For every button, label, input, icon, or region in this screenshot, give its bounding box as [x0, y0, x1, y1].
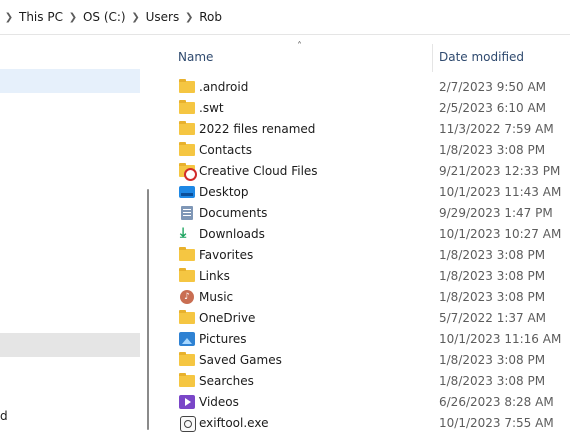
file-row[interactable]: Searches 1/8/2023 3:08 PM [176, 370, 570, 391]
nav-item-hover[interactable] [0, 333, 140, 357]
date-modified: 1/8/2023 3:08 PM [439, 268, 546, 283]
column-header-row: Name ˄ Date modified [160, 41, 570, 72]
documents-folder-icon [178, 205, 196, 221]
file-list: .android 2/7/2023 9:50 AM .swt 2/5/2023 … [176, 76, 570, 433]
file-name[interactable]: Pictures [199, 332, 439, 346]
date-modified: 2/5/2023 6:10 AM [439, 100, 547, 115]
file-row[interactable]: Creative Cloud Files 9/21/2023 12:33 PM [176, 160, 570, 181]
file-name[interactable]: Documents [199, 206, 439, 220]
file-row[interactable]: ⤓ Downloads 10/1/2023 10:27 AM [176, 223, 570, 244]
folder-icon [178, 120, 196, 137]
file-row[interactable]: Desktop 10/1/2023 11:43 AM [176, 181, 570, 202]
file-name[interactable]: Contacts [199, 143, 439, 157]
file-row[interactable]: exiftool.exe 10/1/2023 7:55 AM [176, 412, 570, 433]
file-name[interactable]: Favorites [199, 248, 439, 262]
file-name[interactable]: OneDrive [199, 311, 439, 325]
chevron-right-icon[interactable]: ❯ [180, 12, 198, 23]
date-modified: 2/7/2023 9:50 AM [439, 79, 547, 94]
file-row[interactable]: OneDrive 5/7/2022 1:37 AM [176, 307, 570, 328]
folder-icon [178, 267, 196, 284]
file-name[interactable]: Creative Cloud Files [199, 164, 439, 178]
music-folder-icon: ♪ [178, 289, 196, 305]
file-row[interactable]: .android 2/7/2023 9:50 AM [176, 76, 570, 97]
date-modified: 9/29/2023 1:47 PM [439, 205, 553, 220]
file-name[interactable]: Music [199, 290, 439, 304]
folder-icon [178, 309, 196, 326]
navigation-pane: d [0, 35, 143, 435]
date-modified: 10/1/2023 11:43 AM [439, 184, 562, 199]
desktop-folder-icon [178, 184, 196, 200]
file-name[interactable]: .swt [199, 101, 439, 115]
address-bar[interactable]: ❯ This PC ❯ OS (C:) ❯ Users ❯ Rob [0, 0, 570, 35]
date-modified: 5/7/2022 1:37 AM [439, 310, 547, 325]
file-row[interactable]: Contacts 1/8/2023 3:08 PM [176, 139, 570, 160]
file-name[interactable]: Links [199, 269, 439, 283]
date-modified: 10/1/2023 11:16 AM [439, 331, 562, 346]
date-modified: 10/1/2023 7:55 AM [439, 415, 554, 430]
downloads-folder-icon: ⤓ [180, 224, 187, 241]
chevron-right-icon[interactable]: ❯ [0, 12, 18, 23]
date-modified: 1/8/2023 3:08 PM [439, 352, 546, 367]
exiftool-exe-icon [178, 415, 196, 432]
date-modified: 1/8/2023 3:08 PM [439, 289, 546, 304]
date-modified: 9/21/2023 12:33 PM [439, 163, 561, 178]
date-modified: 11/3/2022 7:59 AM [439, 121, 554, 136]
file-name[interactable]: Searches [199, 374, 439, 388]
file-row[interactable]: Videos 6/26/2023 8:28 AM [176, 391, 570, 412]
breadcrumb-rob[interactable]: Rob [198, 10, 223, 24]
column-divider[interactable] [432, 44, 433, 72]
pictures-folder-icon [178, 331, 196, 347]
column-header-name[interactable]: Name [178, 50, 213, 64]
date-modified: 1/8/2023 3:08 PM [439, 373, 546, 388]
file-name[interactable]: 2022 files renamed [199, 122, 439, 136]
file-row[interactable]: Pictures 10/1/2023 11:16 AM [176, 328, 570, 349]
sort-ascending-icon: ˄ [297, 41, 302, 52]
file-name[interactable]: Videos [199, 395, 439, 409]
folder-icon [178, 141, 196, 158]
folder-icon [178, 246, 196, 263]
date-modified: 6/26/2023 8:28 AM [439, 394, 554, 409]
creative-cloud-folder-icon [178, 162, 197, 181]
breadcrumb-users[interactable]: Users [145, 10, 181, 24]
folder-icon [178, 99, 196, 116]
nav-item-selected[interactable] [0, 69, 140, 93]
videos-folder-icon [178, 394, 196, 410]
column-header-date-modified[interactable]: Date modified [439, 50, 524, 64]
file-row[interactable]: 2022 files renamed 11/3/2022 7:59 AM [176, 118, 570, 139]
date-modified: 10/1/2023 10:27 AM [439, 226, 562, 241]
file-row[interactable]: Favorites 1/8/2023 3:08 PM [176, 244, 570, 265]
navigation-scrollbar[interactable] [147, 189, 149, 430]
breadcrumb-os-c[interactable]: OS (C:) [82, 10, 127, 24]
file-name[interactable]: .android [199, 80, 439, 94]
file-name[interactable]: Downloads [199, 227, 439, 241]
date-modified: 1/8/2023 3:08 PM [439, 142, 546, 157]
file-row[interactable]: ♪ Music 1/8/2023 3:08 PM [176, 286, 570, 307]
folder-icon [178, 78, 196, 95]
nav-item-label[interactable]: d [0, 409, 8, 423]
file-row[interactable]: Links 1/8/2023 3:08 PM [176, 265, 570, 286]
chevron-right-icon[interactable]: ❯ [64, 12, 82, 23]
file-name[interactable]: exiftool.exe [199, 416, 439, 430]
date-modified: 1/8/2023 3:08 PM [439, 247, 546, 262]
file-name[interactable]: Saved Games [199, 353, 439, 367]
file-row[interactable]: .swt 2/5/2023 6:10 AM [176, 97, 570, 118]
folder-icon [178, 372, 196, 389]
file-name[interactable]: Desktop [199, 185, 439, 199]
folder-icon [178, 351, 196, 368]
file-row[interactable]: Saved Games 1/8/2023 3:08 PM [176, 349, 570, 370]
chevron-right-icon[interactable]: ❯ [127, 12, 145, 23]
file-row[interactable]: Documents 9/29/2023 1:47 PM [176, 202, 570, 223]
breadcrumb-this-pc[interactable]: This PC [18, 10, 64, 24]
